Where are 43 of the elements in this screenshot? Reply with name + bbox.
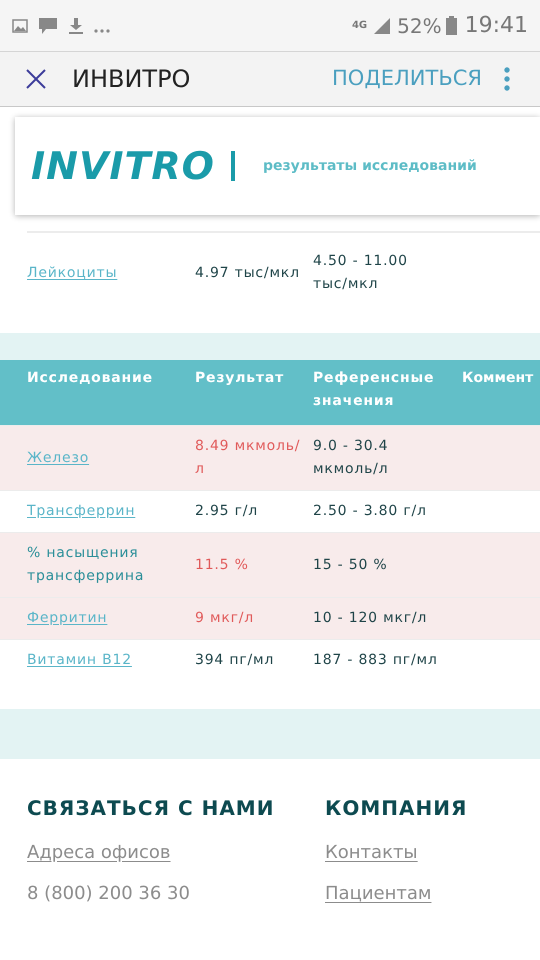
overflow-menu-icon[interactable]: [504, 67, 510, 91]
image-icon: [12, 18, 28, 32]
result-value: 8.49 мкмоль/л: [195, 438, 300, 477]
reference-range: 9.0 - 30.4 мкмоль/л: [313, 438, 388, 477]
app-title: ИНВИТРО: [72, 64, 190, 95]
result-value: 4.97 тыс/мкл: [195, 264, 300, 280]
footer-heading: КОМПАНИЯ: [325, 795, 468, 822]
test-link[interactable]: Железо: [27, 450, 90, 466]
column-header: Результат: [195, 370, 284, 386]
more-icon: [94, 28, 110, 32]
reference-range: 15 - 50 %: [313, 556, 388, 572]
test-link[interactable]: Лейкоциты: [27, 264, 118, 280]
close-icon[interactable]: [26, 69, 46, 89]
test-link[interactable]: Ферритин: [27, 610, 108, 626]
result-value: 11.5 %: [195, 556, 249, 572]
reference-range: 10 - 120 мкг/л: [313, 610, 428, 626]
download-icon: [68, 16, 84, 34]
column-header: Коммент: [462, 370, 534, 386]
reference-range: 4.50 - 11.00 тыс/мкл: [313, 253, 408, 292]
banner-subtitle: результаты исследований: [262, 156, 477, 176]
phone-number: 8 (800) 200 36 30: [27, 883, 190, 904]
footer-link[interactable]: Адреса офисов: [27, 842, 171, 863]
footer-link[interactable]: Контакты: [325, 842, 418, 863]
column-header: Референсные значения: [313, 369, 436, 411]
test-link[interactable]: Витамин В12: [27, 652, 132, 668]
chat-icon: [38, 16, 58, 34]
result-value: 9 мкг/л: [195, 610, 254, 626]
signal-icon: [373, 16, 392, 34]
battery-percent: 52%: [397, 12, 442, 40]
clock: 19:41: [464, 12, 528, 40]
share-button[interactable]: ПОДЕЛИТЬСЯ: [332, 63, 482, 95]
result-value: 394 пг/мл: [195, 652, 274, 668]
footer-link[interactable]: Пациентам: [325, 883, 432, 904]
reference-range: 2.50 - 3.80 г/л: [313, 503, 427, 519]
test-name: % насыщения трансферрина: [27, 545, 144, 584]
network-label: 4G: [352, 20, 368, 30]
footer-heading: СВЯЗАТЬСЯ С НАМИ: [27, 795, 276, 822]
test-link[interactable]: Трансферрин: [27, 503, 136, 519]
result-value: 2.95 г/л: [195, 503, 258, 519]
column-header: Исследование: [27, 370, 153, 386]
reference-range: 187 - 883 пг/мл: [313, 652, 438, 668]
logo: INVITRO: [31, 142, 215, 190]
battery-icon: [446, 16, 457, 35]
